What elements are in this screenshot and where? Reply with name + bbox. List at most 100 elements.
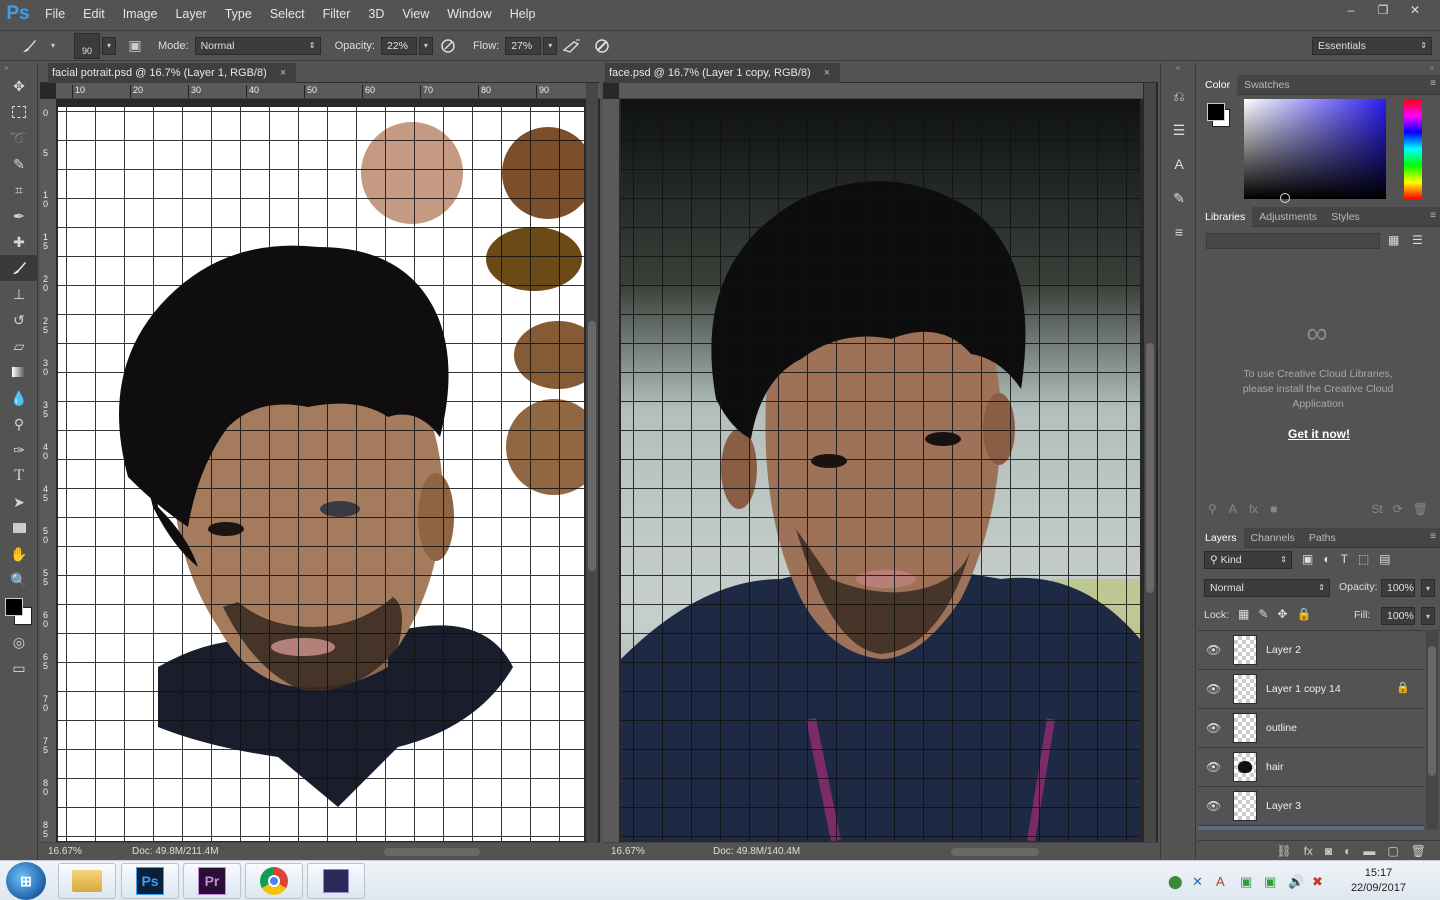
dodge-tool-icon[interactable]: ⚲ xyxy=(0,411,38,437)
pressure-size-icon[interactable] xyxy=(591,35,613,57)
menu-type[interactable]: Type xyxy=(216,0,261,28)
grid-view-icon[interactable]: ▦ xyxy=(1388,233,1399,247)
zoom-level-left[interactable]: 16.67% xyxy=(48,846,82,857)
tab-color[interactable]: Color xyxy=(1198,74,1238,95)
taskbar-media[interactable] xyxy=(307,863,365,899)
fill-chevron-icon[interactable]: ▾ xyxy=(1421,607,1435,625)
gradient-tool-icon[interactable] xyxy=(0,359,38,385)
tray-volume-icon[interactable]: 🔊 xyxy=(1288,874,1304,890)
flow-input[interactable]: 27% xyxy=(505,36,542,55)
delete-layer-icon[interactable]: 🗑 xyxy=(1411,844,1426,858)
fill-input[interactable]: 100% xyxy=(1381,607,1415,625)
layer-row-layer-2[interactable]: 👁 Layer 2 xyxy=(1198,631,1424,670)
add-color-icon[interactable]: ■ xyxy=(1270,502,1277,516)
menu-file[interactable]: File xyxy=(36,0,74,28)
doc-tab-left[interactable]: facial potrait.psd @ 16.7% (Layer 1, RGB… xyxy=(48,63,297,83)
menu-image[interactable]: Image xyxy=(114,0,167,28)
scroll-thumb[interactable] xyxy=(1428,646,1436,776)
new-group-icon[interactable]: ▬ xyxy=(1363,844,1375,858)
sync-icon[interactable]: ⟳ xyxy=(1393,502,1403,516)
tray-wifi-off-icon[interactable]: ✖ xyxy=(1312,874,1323,890)
taskbar-chrome[interactable] xyxy=(245,863,303,899)
brush-panel-icon[interactable]: ✎ xyxy=(1161,181,1197,215)
taskbar-explorer[interactable] xyxy=(58,863,116,899)
pen-tool-icon[interactable]: ✑ xyxy=(0,437,38,463)
healing-brush-tool-icon[interactable]: ✚ xyxy=(0,229,38,255)
filter-pixel-icon[interactable]: ▣ xyxy=(1302,552,1313,566)
layer-blend-mode-select[interactable]: Normal ⇕ xyxy=(1204,579,1330,597)
type-tool-icon[interactable]: T xyxy=(0,463,38,489)
scrollbar-vertical-right[interactable] xyxy=(1144,83,1156,842)
flow-chevron-icon[interactable]: ▾ xyxy=(543,36,558,55)
filter-adjustment-icon[interactable]: ◐ xyxy=(1323,552,1330,566)
visibility-eye-icon[interactable]: 👁 xyxy=(1206,721,1221,735)
workspace-select[interactable]: Essentials ⇕ xyxy=(1312,37,1432,55)
quick-mask-icon[interactable]: ◎ xyxy=(0,629,38,655)
visibility-eye-icon[interactable]: 👁 xyxy=(1206,799,1221,813)
tab-channels[interactable]: Channels xyxy=(1244,528,1302,548)
filter-smart-object-icon[interactable]: ▤ xyxy=(1379,552,1390,566)
marquee-tool-icon[interactable] xyxy=(0,99,38,125)
layer-row-selected[interactable] xyxy=(1198,826,1424,830)
scroll-thumb[interactable] xyxy=(1146,343,1154,593)
brush-size-picker[interactable]: 90 xyxy=(74,32,100,59)
system-clock[interactable]: 15:17 22/09/2017 xyxy=(1351,866,1406,896)
quick-selection-tool-icon[interactable]: ✎ xyxy=(0,151,38,177)
menu-filter[interactable]: Filter xyxy=(314,0,360,28)
tab-adjustments[interactable]: Adjustments xyxy=(1252,207,1324,227)
panel-menu-icon[interactable]: ≡ xyxy=(1430,210,1436,221)
menu-view[interactable]: View xyxy=(393,0,438,28)
menu-window[interactable]: Window xyxy=(438,0,500,28)
tab-paths[interactable]: Paths xyxy=(1302,528,1343,548)
layer-name[interactable]: Layer 3 xyxy=(1266,800,1301,812)
layer-filter-select[interactable]: ⚲ Kind ⇕ xyxy=(1204,551,1292,569)
menu-3d[interactable]: 3D xyxy=(359,0,393,28)
menu-select[interactable]: Select xyxy=(261,0,314,28)
layer-name[interactable]: Layer 1 copy 14 xyxy=(1266,683,1341,695)
hscroll-thumb-right[interactable] xyxy=(951,848,1039,856)
expand-strip-icon[interactable]: « xyxy=(1161,63,1195,79)
mode-select[interactable]: Normal ⇕ xyxy=(194,36,321,55)
doc-close-right-icon[interactable]: × xyxy=(824,67,830,79)
restore-button[interactable]: ❐ xyxy=(1368,0,1398,20)
stock-icon[interactable]: St xyxy=(1371,502,1382,516)
character-panel-icon[interactable]: A xyxy=(1161,147,1197,181)
tab-libraries[interactable]: Libraries xyxy=(1198,206,1253,227)
list-view-icon[interactable]: ☰ xyxy=(1412,233,1423,247)
close-window-button[interactable]: ✕ xyxy=(1400,0,1430,20)
layer-row-layer-3[interactable]: 👁 Layer 3 xyxy=(1198,787,1424,826)
eyedropper-tool-icon[interactable]: ✒ xyxy=(0,203,38,229)
lock-all-icon[interactable]: 🔒 xyxy=(1296,607,1311,621)
panel-menu-icon[interactable]: ≡ xyxy=(1430,78,1436,89)
panel-menu-icon[interactable]: ≡ xyxy=(1430,531,1436,542)
tool-preset-chevron-icon[interactable]: ▾ xyxy=(46,37,60,55)
doc-size-right[interactable]: Doc: 49.8M/140.4M xyxy=(713,846,800,857)
adjustment-layer-icon[interactable]: ◐ xyxy=(1344,844,1351,858)
add-character-style-icon[interactable]: A xyxy=(1229,502,1237,516)
lock-transparent-icon[interactable]: ▦ xyxy=(1238,607,1249,621)
add-layer-style-icon[interactable]: fx xyxy=(1249,502,1258,516)
get-it-now-link[interactable]: Get it now! xyxy=(1198,427,1440,441)
opacity-input[interactable]: 22% xyxy=(380,36,417,55)
collapse-panels-icon[interactable]: » xyxy=(1198,63,1440,75)
new-layer-icon[interactable]: ▢ xyxy=(1387,844,1398,858)
layer-row-layer-1-copy-14[interactable]: 👁 Layer 1 copy 14 🔒 xyxy=(1198,670,1424,709)
rectangle-tool-icon[interactable] xyxy=(0,515,38,541)
crop-tool-icon[interactable]: ⌗ xyxy=(0,177,38,203)
menu-help[interactable]: Help xyxy=(501,0,545,28)
brush-tool-icon[interactable] xyxy=(18,35,40,57)
lock-position-icon[interactable]: ✥ xyxy=(1277,607,1287,621)
filter-shape-icon[interactable]: ⬚ xyxy=(1358,552,1369,566)
color-swatches-tool[interactable] xyxy=(0,593,37,629)
lock-image-icon[interactable]: ✎ xyxy=(1258,607,1268,621)
airbrush-icon[interactable] xyxy=(561,35,583,57)
canvas-left[interactable] xyxy=(58,107,584,841)
properties-panel-icon[interactable]: ☰ xyxy=(1161,113,1197,147)
color-foreground-swatch[interactable] xyxy=(1207,103,1225,121)
path-selection-tool-icon[interactable]: ➤ xyxy=(0,489,38,515)
scrollbar-vertical-left[interactable] xyxy=(586,83,598,842)
canvas-right[interactable] xyxy=(621,99,1140,841)
brush-panel-toggle-icon[interactable]: ▣ xyxy=(124,35,146,57)
layer-opacity-chevron-icon[interactable]: ▾ xyxy=(1421,579,1435,597)
layer-opacity-input[interactable]: 100% xyxy=(1381,579,1415,597)
